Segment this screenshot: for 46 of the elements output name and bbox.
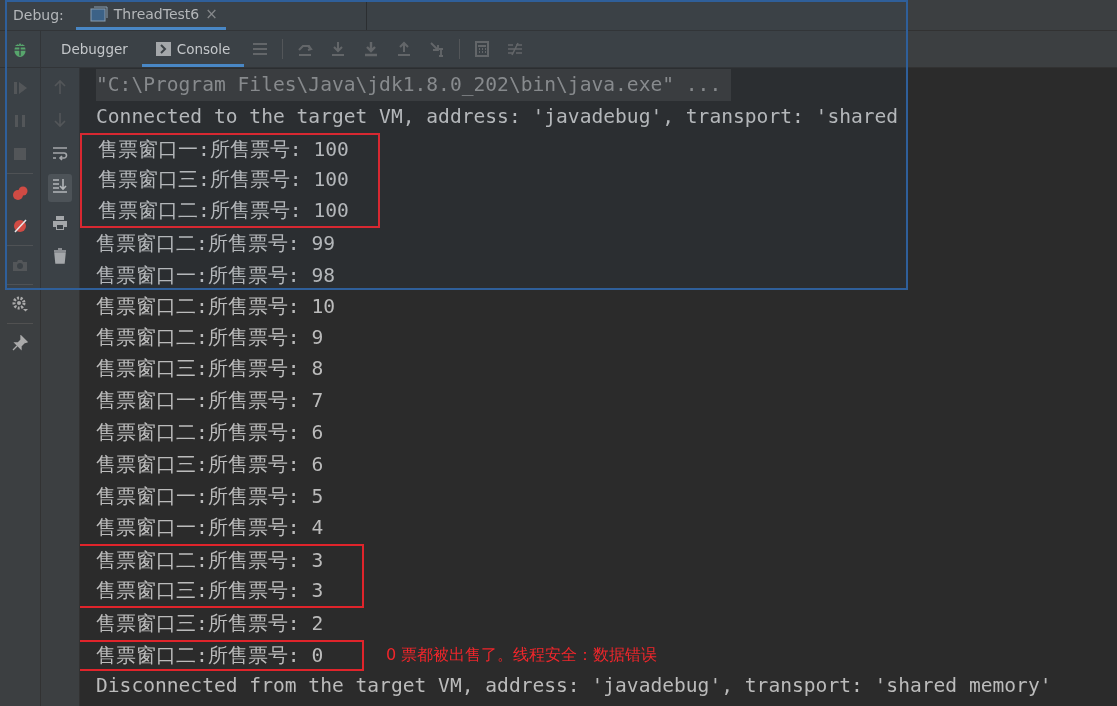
console-line: 售票窗口一:所售票号: 4	[95, 515, 324, 542]
console-line: 售票窗口二:所售票号: 100	[97, 198, 349, 225]
panel-tab[interactable]: Debugger	[47, 34, 142, 67]
console-line: 售票窗口二:所售票号: 0	[95, 642, 324, 669]
console-line: 售票窗口一:所售票号: 7	[95, 388, 324, 415]
trash-icon[interactable]	[52, 248, 68, 264]
bug-icon[interactable]	[11, 40, 29, 58]
console-line: Disconnected from the target VM, address: 'javadebug', transport: 'shared memory'	[95, 673, 1052, 700]
gear-icon[interactable]	[12, 296, 28, 312]
debug-label: Debug:	[12, 6, 65, 25]
console-line: Connected to the target VM, address: 'javadebug', transport: 'shared	[95, 103, 899, 130]
console-line: 售票窗口二:所售票号: 99	[95, 231, 335, 257]
resume-icon[interactable]	[12, 80, 28, 96]
console-line: 售票窗口二:所售票号: 3	[95, 548, 324, 575]
menu-icon[interactable]	[252, 41, 269, 57]
soft-wrap-icon[interactable]	[52, 145, 68, 161]
calculator-icon[interactable]	[474, 41, 491, 57]
pin-icon[interactable]	[12, 335, 28, 351]
console-icon	[155, 42, 171, 56]
console-line: 售票窗口一:所售票号: 100	[97, 136, 349, 163]
run-to-cursor-icon[interactable]	[429, 41, 446, 57]
console-line: 售票窗口三:所售票号: 3	[95, 577, 324, 604]
step-into-icon[interactable]	[330, 41, 347, 57]
trace-icon[interactable]	[507, 41, 524, 57]
console-line: 售票窗口三:所售票号: 2	[95, 610, 324, 637]
console-line: 售票窗口一:所售票号: 5	[95, 483, 324, 510]
console-line: 售票窗口二:所售票号: 6	[95, 419, 324, 446]
force-step-into-icon[interactable]	[363, 41, 380, 57]
window-icon	[89, 5, 108, 22]
scroll-to-end-icon[interactable]	[52, 178, 68, 194]
step-out-icon[interactable]	[396, 41, 413, 57]
stop-icon[interactable]	[12, 146, 28, 162]
pause-icon[interactable]	[12, 113, 28, 129]
console-line: 售票窗口一:所售票号: 98	[95, 262, 335, 289]
up-arrow-icon[interactable]	[52, 79, 68, 95]
console-line: 售票窗口三:所售票号: 8	[95, 356, 324, 383]
console-line: 售票窗口二:所售票号: 10	[95, 293, 335, 320]
console-line: 售票窗口三:所售票号: 6	[95, 451, 324, 478]
console-line: 售票窗口二:所售票号: 9	[95, 324, 324, 351]
camera-icon[interactable]	[12, 257, 28, 273]
down-arrow-icon[interactable]	[52, 112, 68, 128]
mute-breakpoints-icon[interactable]	[12, 218, 28, 234]
console-line: 售票窗口三:所售票号: 100	[97, 167, 349, 194]
annotation-text: 0 票都被出售了。线程安全：数据错误	[386, 644, 658, 666]
print-icon[interactable]	[52, 215, 68, 231]
breakpoints-icon[interactable]	[12, 185, 28, 201]
